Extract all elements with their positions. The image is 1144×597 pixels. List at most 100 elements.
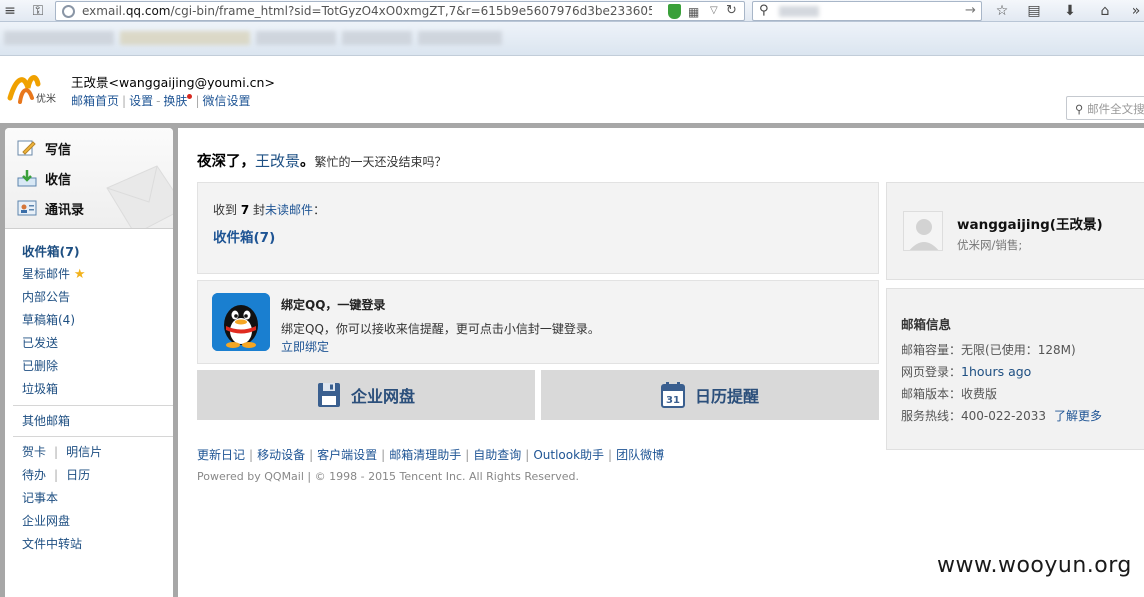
bookmark-star-icon[interactable]: ☆ xyxy=(994,3,1010,19)
key-icon[interactable]: ⚿ xyxy=(30,3,46,19)
calendar-reminder-tile[interactable]: 31 日历提醒 xyxy=(541,370,879,420)
shield-icon xyxy=(668,4,681,19)
learn-more-link[interactable]: 了解更多 xyxy=(1054,409,1102,423)
unread-summary-panel: 收到 7 封未读邮件： 收件箱(7) xyxy=(197,182,879,274)
more-icon[interactable]: » xyxy=(1128,3,1144,19)
receive-button[interactable]: 收信 xyxy=(17,167,71,189)
search-icon: ⚲ xyxy=(759,3,769,18)
star-icon: ★ xyxy=(73,267,86,282)
sidebar-quick-actions: 写信 收信 通讯录 xyxy=(5,128,173,229)
address-bar[interactable]: exmail.qq.com/cgi-bin/frame_html?sid=Tot… xyxy=(55,1,745,21)
bind-now-link[interactable]: 立即绑定 xyxy=(281,338,329,355)
mailbox-home-link[interactable]: 邮箱首页 xyxy=(71,94,119,108)
refresh-icon[interactable]: ↻ xyxy=(726,3,737,18)
go-arrow-icon[interactable]: → xyxy=(965,3,976,18)
floppy-disk-icon xyxy=(317,383,340,407)
folder-list: 收件箱(7) 星标邮件 ★ 内部公告 草稿箱(4) 已发送 已删除 垃圾箱 xyxy=(22,240,86,401)
bookmark-list-icon[interactable]: ▤ xyxy=(1026,3,1042,19)
browser-toolbar: ≡ ⚿ exmail.qq.com/cgi-bin/frame_html?sid… xyxy=(0,0,1144,22)
todo-link[interactable]: 待办 xyxy=(22,468,46,482)
greeting-card-link[interactable]: 贺卡 xyxy=(22,445,46,459)
contacts-button[interactable]: 通讯录 xyxy=(17,197,84,219)
mailbox-info-title: 邮箱信息 xyxy=(901,317,952,332)
folder-sent[interactable]: 已发送 xyxy=(22,332,86,355)
outlook-helper-link[interactable]: Outlook助手 xyxy=(533,448,604,462)
unread-count-line: 收到 7 封未读邮件： xyxy=(213,203,326,217)
youmi-logo: 优米 xyxy=(7,75,56,105)
hotline-row: 服务热线：400-022-2033 了解更多 xyxy=(901,409,1103,423)
tools-list: 贺卡 | 明信片 待办 | 日历 记事本 企业网盘 文件中转站 xyxy=(22,445,103,551)
main-content: 夜深了，王改景。繁忙的一天还没结束吗？ 收到 7 封未读邮件： 收件箱(7) 绑… xyxy=(178,128,1144,597)
address-book-icon xyxy=(17,200,37,216)
menu-icon[interactable]: ≡ xyxy=(2,3,18,19)
notification-dot xyxy=(187,94,193,99)
address-text: exmail.qq.com/cgi-bin/frame_html?sid=Tot… xyxy=(82,4,652,18)
bind-qq-description: 绑定QQ，你可以接收来信提醒，更可点击小信封一键登录。 xyxy=(281,322,600,336)
inbox-unread-link[interactable]: 收件箱(7) xyxy=(213,226,275,246)
folder-drafts[interactable]: 草稿箱(4) xyxy=(22,309,86,332)
unread-count: 7 xyxy=(240,203,250,217)
self-service-link[interactable]: 自助查询 xyxy=(473,448,521,462)
footer-links: 更新日记 | 移动设备 | 客户端设置 | 邮箱清理助手 | 自助查询 | Outlook助手 | 团队… xyxy=(197,448,665,462)
unread-mail-link[interactable]: 未读邮件 xyxy=(265,203,313,217)
mailbox-info-panel: 邮箱信息 邮箱容量：无限(已使用：128M) 网页登录：1hours ago 邮… xyxy=(886,288,1144,450)
profile-name: wanggaijing(王改景) xyxy=(957,217,1103,233)
mail-search-input[interactable]: ⚲ 邮件全文搜 xyxy=(1066,96,1144,120)
greeting-name: 王改景 xyxy=(255,152,301,170)
postcard-link[interactable]: 明信片 xyxy=(66,445,102,459)
svg-text:31: 31 xyxy=(666,395,680,406)
blurred-bookmark xyxy=(120,31,250,45)
change-skin-link[interactable]: 换肤 xyxy=(163,94,187,108)
other-mailbox-section: 其他邮箱 xyxy=(22,410,70,433)
team-weibo-link[interactable]: 团队微博 xyxy=(616,448,664,462)
netdisk-tile[interactable]: 企业网盘 xyxy=(197,370,535,420)
calendar-link[interactable]: 日历 xyxy=(66,468,90,482)
header-links: 邮箱首页 | 设置 - 换肤 | 微信设置 xyxy=(71,94,251,108)
qr-code-icon[interactable]: ▦ xyxy=(688,5,699,19)
file-transfer-link[interactable]: 文件中转站 xyxy=(22,537,82,551)
browser-search-box[interactable]: ⚲ → xyxy=(752,1,982,21)
watermark: www.wooyun.org xyxy=(937,553,1132,578)
folder-spam[interactable]: 垃圾箱 xyxy=(22,378,86,401)
folder-starred[interactable]: 星标邮件 ★ xyxy=(22,263,86,286)
bookmarks-bar xyxy=(0,22,1144,56)
divider xyxy=(13,405,173,406)
folder-deleted[interactable]: 已删除 xyxy=(22,355,86,378)
compose-button[interactable]: 写信 xyxy=(17,137,71,159)
pencil-icon xyxy=(17,140,36,156)
version-row: 邮箱版本：收费版 xyxy=(901,387,998,401)
greeting: 夜深了，王改景。繁忙的一天还没结束吗？ xyxy=(197,152,447,170)
download-icon[interactable]: ⬇ xyxy=(1062,3,1078,19)
folder-announcements[interactable]: 内部公告 xyxy=(22,286,86,309)
mailbox-cleaner-link[interactable]: 邮箱清理助手 xyxy=(389,448,461,462)
last-login-row: 网页登录：1hours ago xyxy=(901,364,1032,379)
globe-icon xyxy=(62,5,75,18)
account-name: 王改景<wanggaijing@youmi.cn> xyxy=(71,75,275,90)
inbox-download-icon xyxy=(17,170,37,187)
wechat-settings-link[interactable]: 微信设置 xyxy=(202,94,250,108)
greeting-subtitle: 繁忙的一天还没结束吗？ xyxy=(314,155,447,169)
bind-qq-panel: 绑定QQ，一键登录 绑定QQ，你可以接收来信提醒，更可点击小信封一键登录。 立即… xyxy=(197,280,879,364)
blurred-bookmark xyxy=(4,31,114,45)
divider xyxy=(13,436,173,437)
netdisk-link[interactable]: 企业网盘 xyxy=(22,514,70,528)
mobile-devices-link[interactable]: 移动设备 xyxy=(257,448,305,462)
search-icon: ⚲ xyxy=(1075,102,1084,116)
blurred-search-text xyxy=(779,6,819,17)
calendar-icon: 31 xyxy=(660,382,685,408)
dropdown-icon[interactable]: ▽ xyxy=(710,5,718,16)
qq-penguin-icon xyxy=(212,293,270,351)
changelog-link[interactable]: 更新日记 xyxy=(197,448,245,462)
capacity-row: 邮箱容量：无限(已使用：128M) xyxy=(901,343,1076,357)
envelope-watermark-icon xyxy=(106,165,173,228)
home-icon[interactable]: ⌂ xyxy=(1097,3,1113,19)
notes-link[interactable]: 记事本 xyxy=(22,491,58,505)
client-settings-link[interactable]: 客户端设置 xyxy=(317,448,377,462)
other-mailbox-link[interactable]: 其他邮箱 xyxy=(22,414,70,428)
settings-link[interactable]: 设置 xyxy=(129,94,153,108)
folder-inbox[interactable]: 收件箱(7) xyxy=(22,240,86,263)
svg-text:优米: 优米 xyxy=(36,92,56,105)
blurred-bookmark xyxy=(418,31,502,45)
avatar[interactable] xyxy=(903,211,943,251)
blurred-bookmark xyxy=(256,31,336,45)
